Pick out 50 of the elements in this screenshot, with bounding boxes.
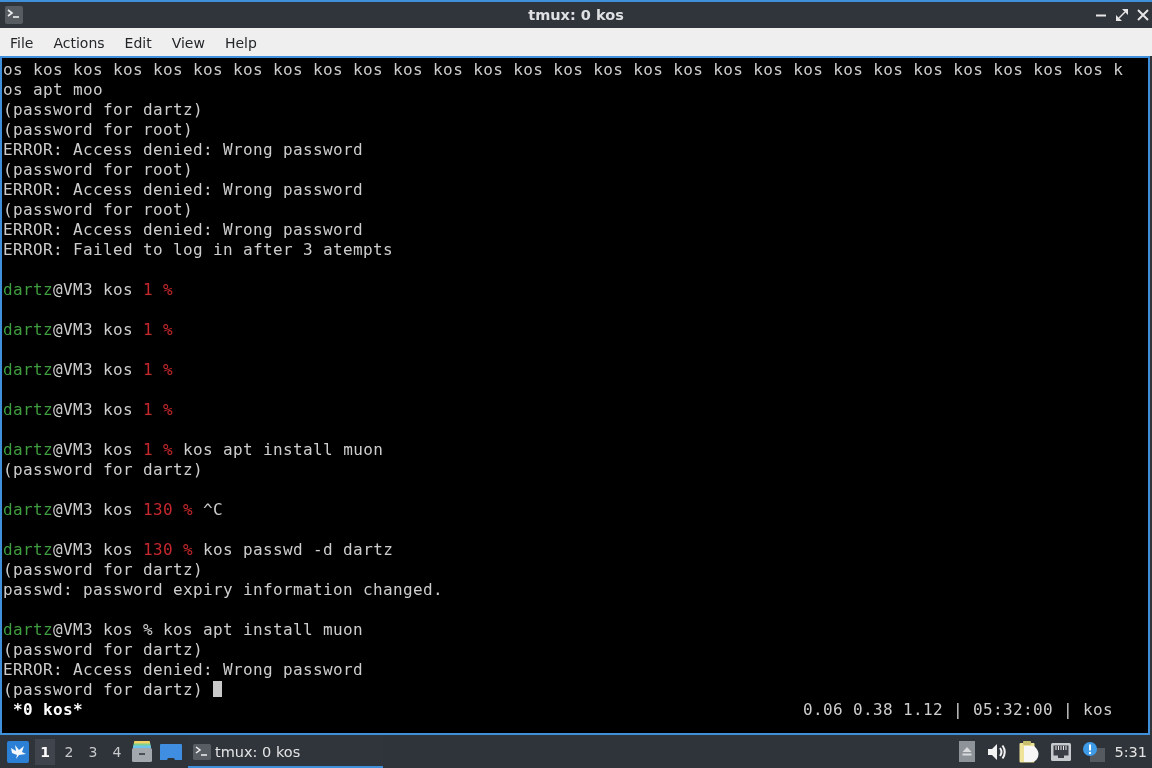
terminal-line: (password for dartz) bbox=[3, 99, 204, 119]
network-port-icon[interactable] bbox=[1051, 742, 1072, 761]
menu-item[interactable]: Actions bbox=[43, 31, 115, 54]
terminal-line: (password for dartz) bbox=[3, 459, 204, 479]
prompt-line: dartz@VM3 kos 1 % kos apt install muon bbox=[3, 439, 384, 459]
terminal-line: os apt moo bbox=[3, 79, 104, 99]
prompt-line: dartz@VM3 kos 1 % bbox=[3, 319, 174, 339]
clipboard-icon[interactable] bbox=[1019, 740, 1040, 763]
terminal-line: (password for dartz) bbox=[3, 639, 204, 659]
prompt-line: dartz@VM3 kos 1 % bbox=[3, 399, 174, 419]
workspace-button[interactable]: 3 bbox=[83, 738, 103, 765]
terminal-icon bbox=[193, 743, 211, 760]
menu-item[interactable]: Edit bbox=[114, 31, 162, 54]
terminal-line: (password for dartz) bbox=[3, 559, 204, 579]
drawer-icon[interactable] bbox=[131, 741, 153, 762]
terminal-line: ERROR: Access denied: Wrong password bbox=[3, 219, 364, 239]
tmux-status-text: 0.06 0.38 1.12 | 05:32:00 | kos bbox=[802, 699, 1113, 719]
menu-item[interactable]: View bbox=[161, 31, 215, 54]
prompt-line: dartz@VM3 kos 130 % kos passwd -d dartz bbox=[3, 539, 394, 559]
speaker-icon[interactable] bbox=[987, 742, 1008, 761]
terminal-line: (password for root) bbox=[3, 119, 194, 139]
eject-icon[interactable] bbox=[959, 741, 976, 762]
prompt-line: dartz@VM3 kos 1 % bbox=[3, 279, 174, 299]
terminal-line: ERROR: Access denied: Wrong password bbox=[3, 179, 364, 199]
terminal-line: ERROR: Access denied: Wrong password bbox=[3, 659, 364, 679]
tmux-window-list: *0 kos* bbox=[13, 699, 84, 719]
terminal-line: (password for root) bbox=[3, 159, 194, 179]
clock[interactable]: 5:31 bbox=[1114, 743, 1147, 760]
terminal-line: os kos kos kos kos kos kos kos kos kos kos kos kos kos kos kos kos kos kos kos kos kos kos kos kos kos kos kos k bbox=[3, 59, 1124, 79]
terminal-line: ERROR: Failed to log in after 3 atempts bbox=[3, 239, 394, 259]
menu-item[interactable]: Help bbox=[214, 31, 267, 54]
workspace-button[interactable]: 1 bbox=[35, 738, 55, 765]
bird-icon[interactable] bbox=[7, 740, 29, 763]
terminal-line: (password for dartz) bbox=[3, 679, 204, 699]
notification-icon[interactable] bbox=[1083, 741, 1106, 762]
prompt-line: dartz@VM3 kos 130 % ^C bbox=[3, 499, 224, 519]
window-title: tmux: 0 kos bbox=[528, 7, 624, 23]
terminal-line: ERROR: Access denied: Wrong password bbox=[3, 139, 364, 159]
workspace-button[interactable]: 2 bbox=[59, 738, 79, 765]
text-cursor-icon bbox=[213, 681, 223, 697]
terminal-line: (password for root) bbox=[3, 199, 194, 219]
terminal-icon[interactable] bbox=[5, 6, 23, 24]
maximize-icon[interactable] bbox=[1116, 9, 1128, 21]
close-icon[interactable] bbox=[1137, 9, 1149, 21]
screen-icon[interactable] bbox=[160, 743, 182, 760]
workspace-button[interactable]: 4 bbox=[107, 738, 127, 765]
prompt-line: dartz@VM3 kos 1 % bbox=[3, 359, 174, 379]
prompt-line: dartz@VM3 kos % kos apt install muon bbox=[3, 619, 364, 639]
menu-item[interactable]: File bbox=[0, 31, 44, 54]
terminal-line: passwd: password expiry information changed. bbox=[3, 579, 444, 599]
